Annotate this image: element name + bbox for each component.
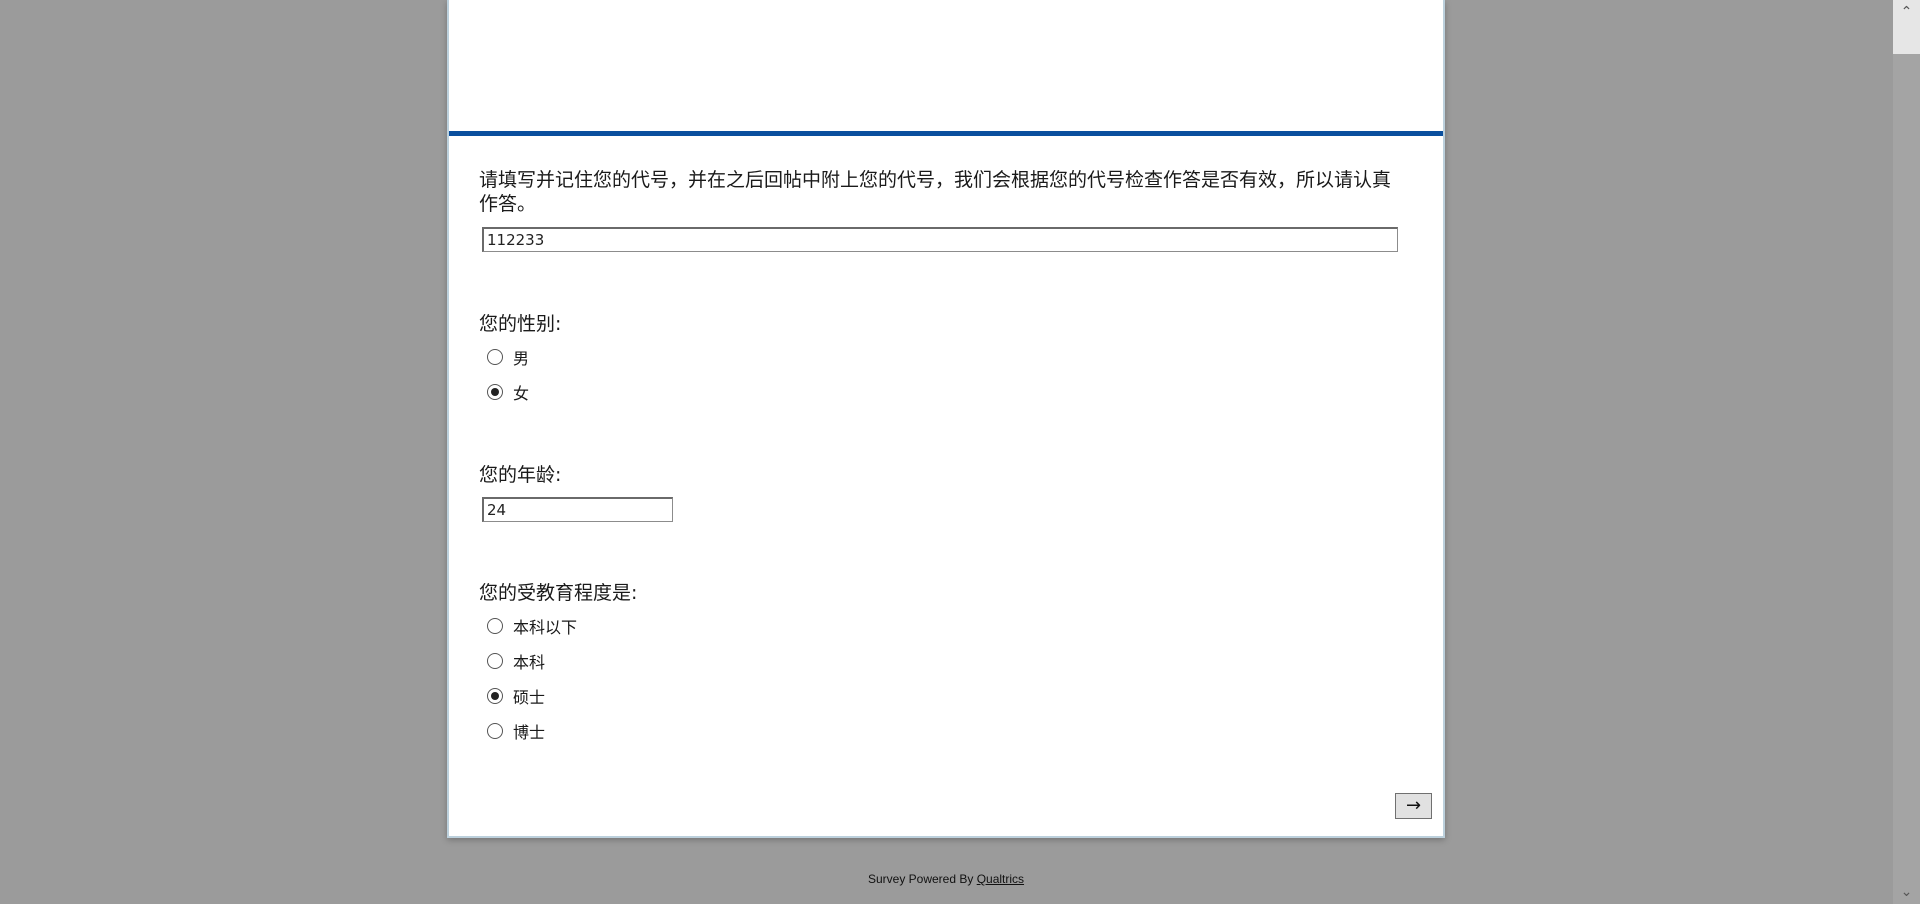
header-divider <box>449 131 1443 136</box>
education-choice-below-bachelor[interactable]: 本科以下 <box>487 615 577 637</box>
footer: Survey Powered By Qualtrics <box>0 872 1892 886</box>
education-choice-doctor[interactable]: 博士 <box>487 720 545 742</box>
qualtrics-link[interactable]: Qualtrics <box>977 872 1024 886</box>
question-gender-text: 您的性别: <box>479 313 562 335</box>
education-radio[interactable] <box>487 653 503 669</box>
education-choice-label: 本科 <box>513 653 546 672</box>
gender-choice-label: 男 <box>513 349 530 368</box>
chevron-down-icon[interactable]: ⌄ <box>1893 882 1920 902</box>
next-button[interactable]: → <box>1395 793 1432 819</box>
education-choice-label: 博士 <box>513 723 546 742</box>
gender-choice-male[interactable]: 男 <box>487 346 529 368</box>
education-choice-master[interactable]: 硕士 <box>487 685 545 707</box>
question-age-text: 您的年龄: <box>479 464 562 486</box>
education-radio[interactable] <box>487 688 503 704</box>
age-input[interactable] <box>482 497 673 522</box>
gender-radio-male[interactable] <box>487 349 503 365</box>
education-choice-label: 硕士 <box>513 688 546 707</box>
survey-container: 请填写并记住您的代号，并在之后回帖中附上您的代号，我们会根据您的代号检查作答是否… <box>447 0 1445 838</box>
survey-header <box>449 0 1443 131</box>
footer-prefix: Survey Powered By <box>867 872 977 886</box>
gender-radio-female[interactable] <box>487 384 503 400</box>
question-education-text: 您的受教育程度是: <box>479 582 638 604</box>
question-code-text: 请填写并记住您的代号，并在之后回帖中附上您的代号，我们会根据您的代号检查作答是否… <box>479 169 1392 215</box>
gender-choice-label: 女 <box>513 384 530 403</box>
chevron-up-icon[interactable]: ⌃ <box>1893 2 1920 22</box>
education-choice-label: 本科以下 <box>513 618 578 637</box>
code-input[interactable] <box>482 227 1398 252</box>
education-radio[interactable] <box>487 618 503 634</box>
education-choice-bachelor[interactable]: 本科 <box>487 650 545 672</box>
gender-choice-female[interactable]: 女 <box>487 381 529 403</box>
education-radio[interactable] <box>487 723 503 739</box>
scrollbar[interactable]: ⌃ ⌄ <box>1893 0 1920 904</box>
